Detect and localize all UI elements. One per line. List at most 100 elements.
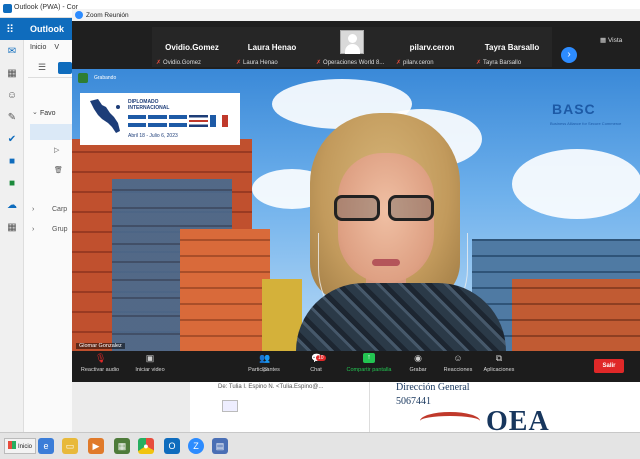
- image-attachment-icon[interactable]: [222, 400, 238, 412]
- calendar-icon[interactable]: ▦: [6, 68, 18, 80]
- chevron-down-icon[interactable]: ⌄: [32, 108, 38, 116]
- tab-vista[interactable]: V: [54, 44, 59, 51]
- app-icon[interactable]: ▦: [114, 438, 130, 454]
- app-launcher-icon[interactable]: ⠿: [6, 23, 14, 36]
- favorites-label[interactable]: Favo: [40, 110, 56, 117]
- outlook-folder-pane: Inicio V ☰ ⌄ Favo ▷ 🗑 › Carp › Grup: [24, 40, 72, 432]
- attachment-icon[interactable]: ✎: [6, 112, 18, 124]
- chrome-icon[interactable]: ●: [138, 438, 154, 454]
- media-player-icon[interactable]: ▶: [88, 438, 104, 454]
- record-icon: ◉: [414, 353, 422, 363]
- unmute-audio-button[interactable]: 🎙 Reactivar audio: [78, 353, 122, 380]
- participant-tile[interactable]: ✗ Operaciones World 8...: [312, 27, 392, 67]
- oea-logo-swoosh: [420, 412, 480, 430]
- excel-icon[interactable]: ■: [6, 178, 18, 190]
- new-mail-button[interactable]: [58, 62, 72, 74]
- participant-name: Ovidio.Gomez: [165, 43, 219, 52]
- menu-icon[interactable]: ☰: [38, 62, 46, 73]
- apps-label: Aplicaciones: [483, 367, 515, 373]
- delete-icon[interactable]: 🗑: [54, 166, 63, 174]
- groups-label[interactable]: Grup: [52, 226, 68, 233]
- sent-icon[interactable]: ▷: [54, 146, 59, 154]
- start-video-button[interactable]: ▣ Iniciar video: [130, 353, 170, 380]
- mail-icon[interactable]: ✉: [6, 46, 18, 58]
- basc-logo-text: BASC: [552, 101, 596, 117]
- windows-logo-icon: [8, 441, 16, 449]
- start-button[interactable]: Inicio: [4, 438, 37, 454]
- flag-icon: [128, 115, 147, 127]
- participant-label: ✗ Ovidio.Gomez: [156, 60, 202, 66]
- participant-tile[interactable]: Tayra Barsallo ✗ Tayra Barsallo: [472, 27, 552, 67]
- tab-inicio[interactable]: Inicio: [30, 44, 46, 51]
- participant-label: ✗ pilarv.ceron: [396, 60, 434, 66]
- participant-tile[interactable]: Ovidio.Gomez ✗ Ovidio.Gomez: [152, 27, 232, 67]
- todo-icon[interactable]: ✔: [6, 134, 18, 146]
- participant-name: Tayra Barsallo: [484, 43, 540, 52]
- reactions-button[interactable]: ☺ Reacciones: [440, 353, 476, 380]
- more-apps-icon[interactable]: ▦: [6, 222, 18, 234]
- banner-dates: Abril 18 - Julio 6, 2023: [128, 133, 178, 139]
- participant-name: Laura Henao: [247, 43, 297, 52]
- participants-button[interactable]: 👥22 Participantes: [244, 353, 284, 380]
- internet-explorer-icon[interactable]: e: [38, 438, 54, 454]
- record-button[interactable]: ◉ Grabar: [406, 353, 430, 380]
- taskbar: Inicio e ▭ ▶ ▦ ● O Z ▤: [0, 432, 640, 459]
- participant-tile[interactable]: Laura Henao ✗ Laura Henao: [232, 27, 312, 67]
- zoom-window: Zoom Reunión Ovidio.Gomez ✗ Ovidio.Gomez …: [72, 9, 640, 382]
- chat-unread-badge: 10: [316, 355, 326, 361]
- recording-label: Grabando: [94, 75, 117, 81]
- participants-label: Participantes: [248, 367, 280, 373]
- chevron-right-icon[interactable]: ›: [32, 226, 34, 233]
- outlook-taskbar-icon[interactable]: O: [164, 438, 180, 454]
- participant-label: ✗ Laura Henao: [236, 60, 278, 66]
- app-icon[interactable]: ▤: [212, 438, 228, 454]
- apps-button[interactable]: ⧉ Aplicaciones: [480, 353, 518, 380]
- country-flags: [128, 115, 229, 127]
- participant-strip: Ovidio.Gomez ✗ Ovidio.Gomez Laura Henao ✗…: [72, 21, 640, 69]
- flag-icon: [189, 115, 208, 127]
- zoom-taskbar-icon[interactable]: Z: [188, 438, 204, 454]
- next-page-button[interactable]: ›: [561, 47, 577, 63]
- speaker-person: [292, 113, 512, 351]
- speaker-name-label: Glomar Gonzalez: [76, 343, 125, 349]
- glasses-lens: [388, 195, 434, 221]
- flag-icon: [168, 115, 188, 127]
- basc-logo-subtitle: Business Alliance for Secure Commerce: [550, 121, 622, 126]
- outlook-app-rail: ✉ ▦ ☺ ✎ ✔ ■ ■ ☁ ▦: [0, 40, 24, 432]
- teams-icon[interactable]: ■: [6, 156, 18, 168]
- video-off-icon: ▣: [145, 353, 155, 363]
- basc-logo: BASC Business Alliance for Secure Commer…: [542, 101, 621, 131]
- muted-mic-icon: ✗: [156, 60, 162, 66]
- folders-label[interactable]: Carp: [52, 206, 67, 213]
- view-button[interactable]: ▦ Vista: [600, 36, 622, 44]
- selected-folder[interactable]: [30, 124, 72, 140]
- record-label: Grabar: [409, 367, 427, 373]
- zoom-window-title: Zoom Reunión: [86, 11, 129, 19]
- muted-mic-icon: 🎙: [95, 353, 107, 363]
- file-explorer-icon[interactable]: ▭: [62, 438, 78, 454]
- container-stack: [512, 279, 640, 351]
- speaker-shirt: [296, 283, 506, 351]
- muted-mic-icon: ✗: [236, 60, 242, 66]
- muted-mic-icon: ✗: [316, 60, 322, 66]
- share-screen-label: Compartir pantalla: [346, 367, 392, 373]
- outlook-ribbon: ☰: [28, 58, 72, 78]
- chat-button[interactable]: 💬 10 Chat: [302, 353, 330, 380]
- unmute-audio-label: Reactivar audio: [80, 367, 120, 373]
- signature-phone: 5067441: [396, 396, 431, 407]
- muted-mic-icon: ✗: [476, 60, 482, 66]
- glasses-lens: [334, 195, 380, 221]
- leave-meeting-button[interactable]: Salir: [594, 359, 624, 373]
- flag-icon: [209, 115, 229, 127]
- outlook-app-name: Outlook: [30, 24, 64, 34]
- meeting-toolbar: 🎙 Reactivar audio ▣ Iniciar video 👥22 Pa…: [72, 351, 640, 382]
- chat-label: Chat: [310, 367, 322, 373]
- chevron-right-icon[interactable]: ›: [32, 206, 34, 213]
- participants-icon: 👥22: [259, 353, 271, 373]
- participant-tile[interactable]: pilarv.ceron ✗ pilarv.ceron: [392, 27, 472, 67]
- people-icon[interactable]: ☺: [6, 90, 18, 102]
- onedrive-icon[interactable]: ☁: [6, 200, 18, 212]
- share-screen-button[interactable]: ↑ Compartir pantalla: [342, 353, 396, 380]
- reactions-label: Reacciones: [443, 367, 473, 373]
- apps-icon: ⧉: [495, 353, 503, 363]
